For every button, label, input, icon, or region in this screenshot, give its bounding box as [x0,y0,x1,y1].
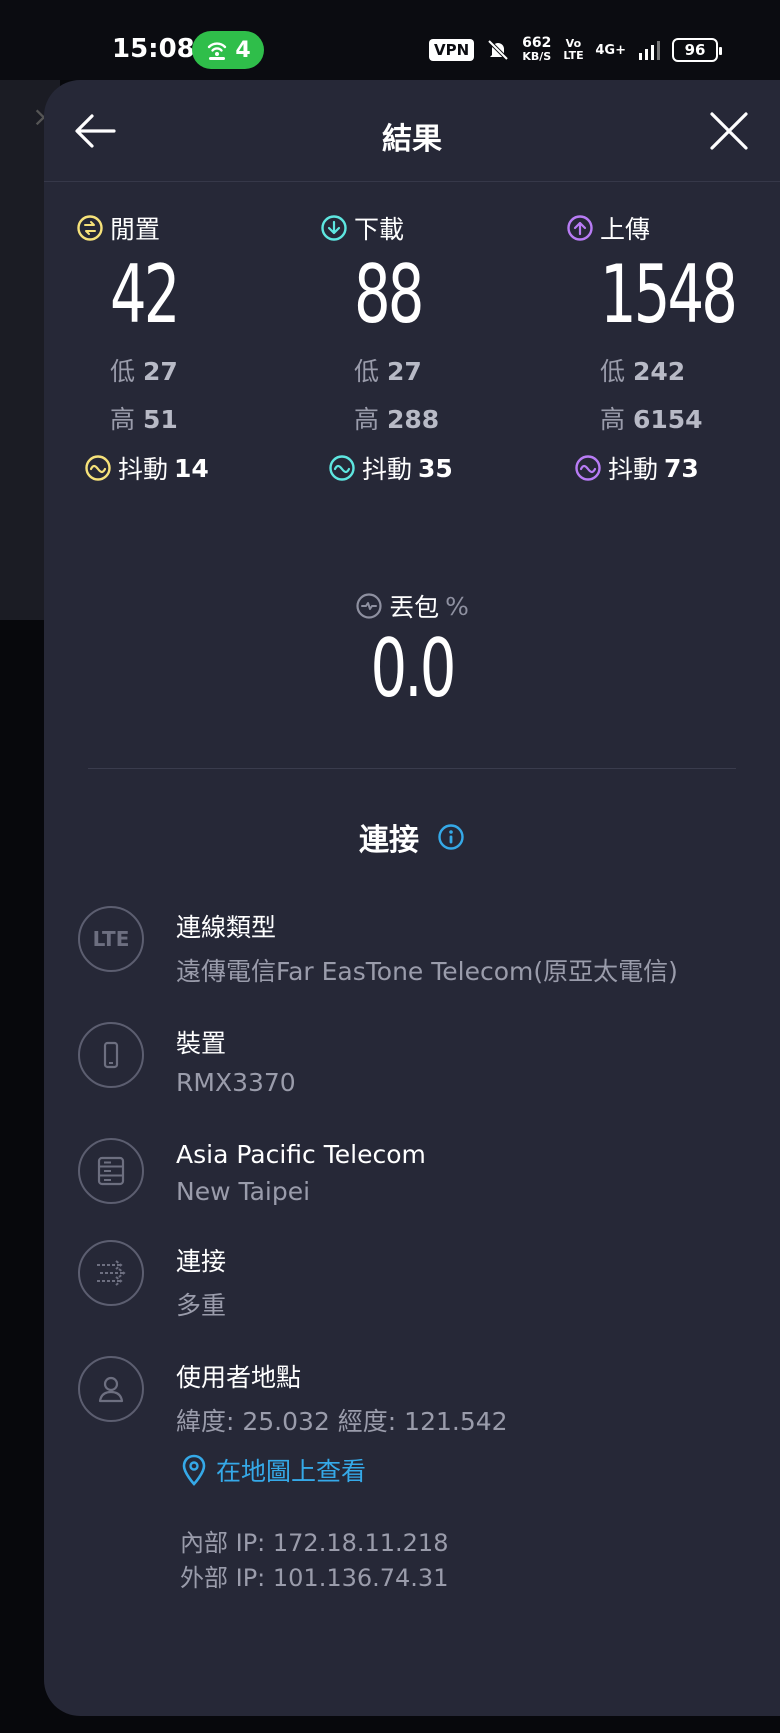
external-ip: 外部 IP: 101.136.74.31 [180,1564,449,1592]
status-bar: 15:08 4 VPN 662 KB/S Vo LTE 4G+ 96 [0,0,780,80]
idle-icon [77,215,103,241]
hotspot-badge[interactable]: 4 [192,31,264,69]
hotspot-count: 4 [235,37,251,63]
connection-section-title: 連接 [44,815,780,859]
metric-idle-high: 高 51 [110,405,178,434]
device-value: RMX3370 [176,1068,296,1097]
user-location-title: 使用者地點 [176,1363,302,1392]
server-title: Asia Pacific Telecom [176,1140,426,1169]
signal-icon [639,41,660,60]
metric-download-jitter: 抖動 35 [328,450,550,486]
page-title: 結果 [382,122,442,157]
connection-type-title: 連線類型 [176,913,277,942]
lte-icon: LTE [78,906,144,972]
status-icons: VPN 662 KB/S Vo LTE 4G+ 96 [429,35,722,64]
phone-icon [78,1022,144,1088]
metric-upload: 上傳 1548 低 242 高 6154 抖動 73 [566,210,780,486]
internal-ip: 內部 IP: 172.18.11.218 [180,1529,449,1557]
server-location: New Taipei [176,1177,311,1206]
metric-idle-low: 低 27 [110,357,178,386]
packet-loss-value: 0.0 [370,622,457,715]
packet-loss-unit: % [445,591,469,621]
metric-idle-value: 42 [110,248,180,341]
network-type: 4G+ [595,42,626,58]
net-speed: 662 KB/S [522,35,552,63]
metric-upload-high: 高 6154 [600,405,703,434]
battery-indicator: 96 [672,38,722,62]
server-item: Asia Pacific Telecom New Taipei [78,1138,426,1206]
metric-download-value: 88 [354,248,424,341]
mute-bell-icon [487,39,509,61]
connections-value: 多重 [176,1291,227,1320]
jitter-icon [329,455,355,481]
metric-download: 下載 88 低 27 高 288 抖動 35 [320,210,550,486]
hotspot-icon [208,42,227,60]
user-icon [78,1356,144,1422]
map-pin-icon [182,1454,206,1486]
packet-loss-icon [356,593,382,619]
metric-upload-label: 上傳 [600,215,651,244]
multi-connection-icon [78,1240,144,1306]
user-coordinates: 緯度: 25.032 經度: 121.542 [176,1407,508,1436]
metric-idle-label: 閒置 [110,215,161,244]
jitter-icon [575,455,601,481]
server-icon [78,1138,144,1204]
info-icon[interactable] [437,823,465,851]
device-item: 裝置 RMX3370 [78,1022,296,1097]
metric-upload-jitter: 抖動 73 [574,450,780,486]
metric-download-low: 低 27 [354,357,422,386]
metric-upload-value: 1548 [600,248,738,341]
status-clock: 15:08 [112,34,195,64]
divider [88,768,736,769]
connections-item: 連接 多重 [78,1240,226,1322]
view-on-map-link[interactable]: 在地圖上查看 [180,1452,366,1488]
vpn-badge: VPN [429,39,475,61]
device-title: 裝置 [176,1029,227,1058]
metric-upload-low: 低 242 [600,357,686,386]
upload-icon [567,215,593,241]
download-icon [321,215,347,241]
connection-type-item: LTE 連線類型 遠傳電信Far EasTone Telecom(原亞太電信) [78,906,678,988]
metric-idle-jitter: 抖動 14 [84,450,306,486]
close-icon[interactable] [706,108,752,154]
packet-loss-label: 丟包 [389,593,440,622]
volte-badge: Vo LTE [563,37,584,62]
user-location-item: 使用者地點 緯度: 25.032 經度: 121.542 [78,1356,508,1438]
jitter-icon [85,455,111,481]
results-panel: 結果 閒置 42 低 27 高 51 抖動 14 下載 88 低 27 高 28… [44,80,780,1716]
panel-header: 結果 [44,80,780,182]
connections-title: 連接 [176,1247,227,1276]
metric-download-high: 高 288 [354,405,440,434]
packet-loss: 丟包 % 0.0 [44,588,780,712]
metric-idle: 閒置 42 低 27 高 51 抖動 14 [76,210,306,486]
metric-download-label: 下載 [354,215,405,244]
connection-type-value: 遠傳電信Far EasTone Telecom(原亞太電信) [176,957,678,986]
